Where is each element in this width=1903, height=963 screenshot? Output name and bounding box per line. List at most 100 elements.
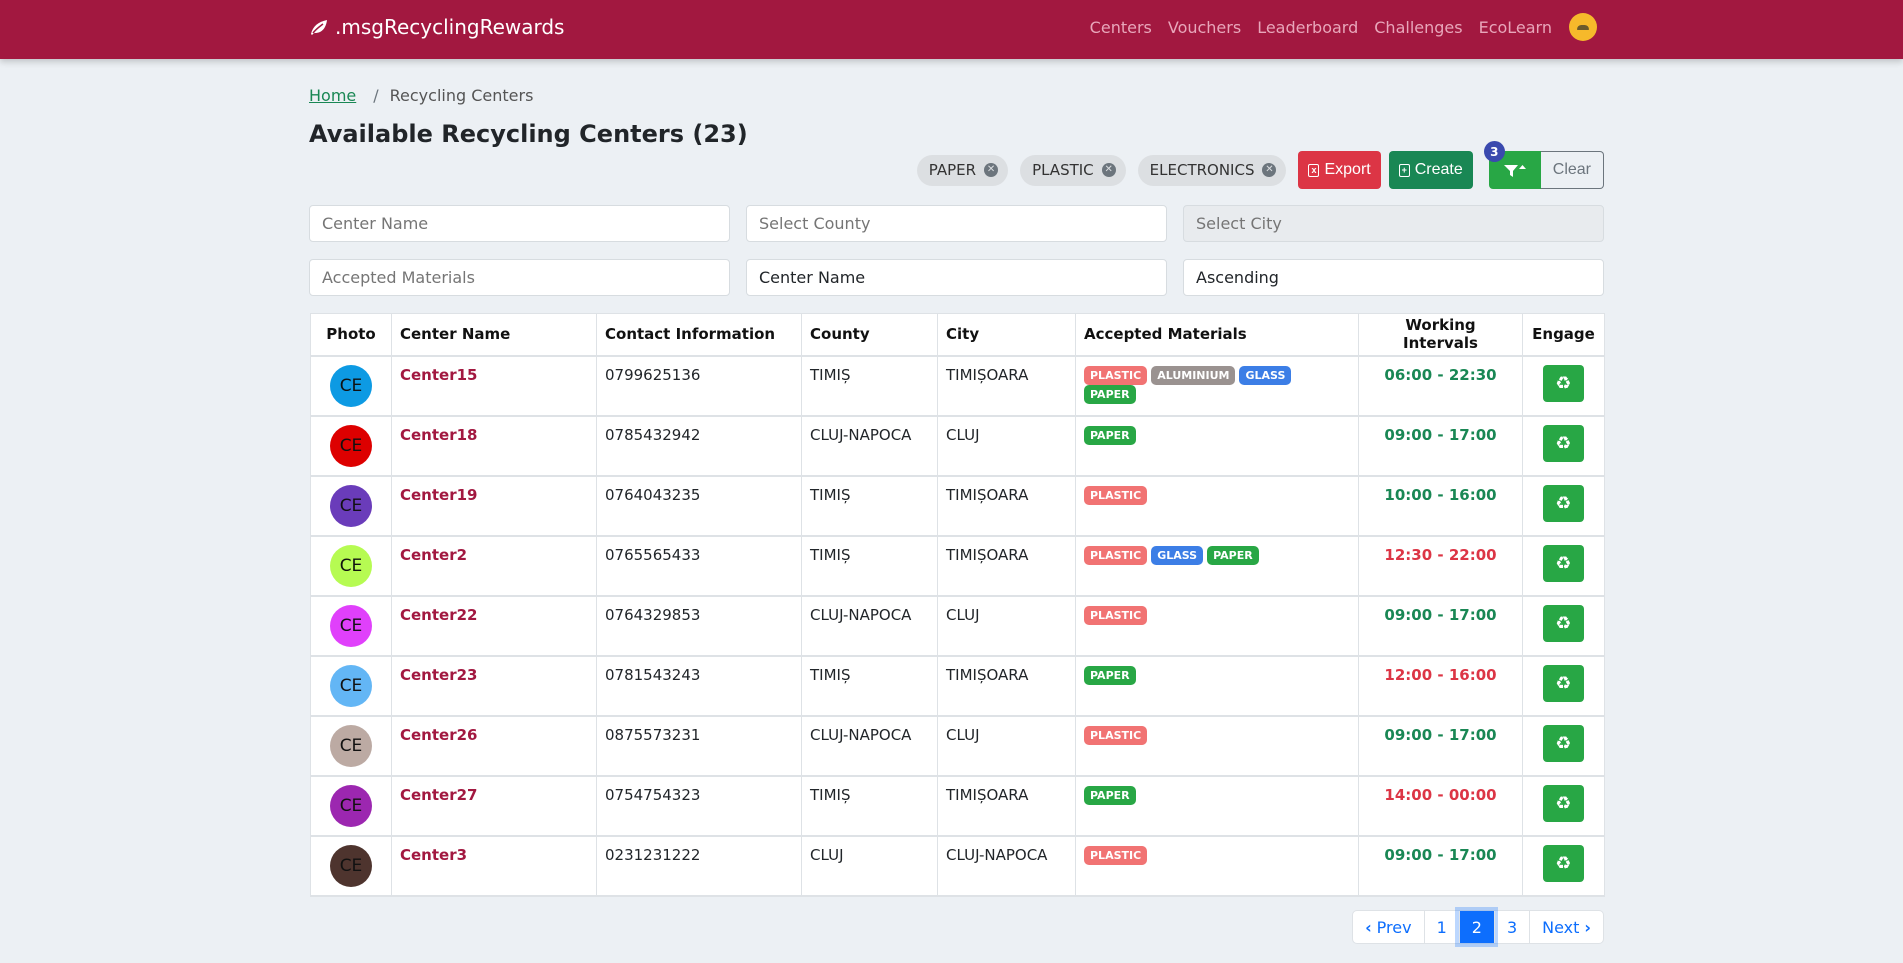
chip-label: PLASTIC: [1032, 161, 1094, 179]
city-select[interactable]: [1183, 205, 1604, 242]
center-name-link[interactable]: Center3: [400, 846, 467, 864]
material-badge-paper: PAPER: [1084, 665, 1136, 685]
remove-chip-icon[interactable]: ✕: [984, 163, 999, 177]
name-cell: Center18: [391, 415, 597, 477]
center-name-input[interactable]: [309, 205, 730, 242]
material-badge-paper: PAPER: [1207, 545, 1259, 565]
filter-chip-plastic: PLASTIC ✕: [1020, 154, 1126, 186]
filter-icon: [1503, 165, 1526, 177]
materials-select[interactable]: [309, 259, 730, 296]
nav-link-centers[interactable]: Centers: [1090, 18, 1152, 37]
county-cell: TIMIȘ: [801, 775, 938, 837]
material-badge-plastic: PLASTIC: [1084, 845, 1148, 865]
engage-button[interactable]: ♻: [1543, 424, 1584, 462]
recycle-icon: ♻: [1555, 612, 1572, 634]
engage-cell: ♻: [1522, 535, 1605, 597]
county-cell: TIMIȘ: [801, 475, 938, 537]
page-title: Available Recycling Centers (23): [309, 120, 748, 148]
engage-button[interactable]: ♻: [1543, 724, 1584, 762]
center-name-link[interactable]: Center23: [400, 666, 477, 684]
col-center-name: Center Name: [391, 313, 597, 357]
working-interval: 10:00 - 16:00: [1358, 475, 1523, 537]
material-badge-aluminium: ALUMINIUM: [1151, 365, 1236, 385]
export-button[interactable]: x Export: [1298, 151, 1381, 189]
table-row: CE Center26 0875573231 CLUJ-NAPOCA CLUJ PLAST…: [310, 715, 1605, 777]
nav-links: Centers Vouchers Leaderboard Challenges …: [1074, 0, 1597, 54]
photo-cell: CE: [310, 535, 392, 597]
recycle-icon: ♻: [1555, 792, 1572, 814]
page-2-button[interactable]: 2: [1458, 911, 1494, 943]
user-avatar[interactable]: [1569, 13, 1597, 41]
county-cell: CLUJ: [801, 835, 938, 897]
sort-order-select[interactable]: [1183, 259, 1604, 296]
center-name-link[interactable]: Center22: [400, 606, 477, 624]
working-interval: 12:30 - 22:00: [1358, 535, 1523, 597]
next-page-button[interactable]: Next ›: [1529, 911, 1603, 943]
center-avatar: CE: [330, 664, 372, 707]
city-cell: TIMIȘOARA: [937, 475, 1076, 537]
city-cell: CLUJ: [937, 715, 1076, 777]
materials-cell: PLASTIC GLASS PAPER: [1075, 535, 1359, 597]
pagination: ‹ Prev 1 2 3 Next ›: [1352, 910, 1604, 944]
center-name-link[interactable]: Center15: [400, 366, 477, 384]
name-cell: Center23: [391, 655, 597, 717]
engage-button[interactable]: ♻: [1543, 364, 1584, 402]
engage-button[interactable]: ♻: [1543, 784, 1584, 822]
materials-cell: PLASTIC: [1075, 475, 1359, 537]
photo-cell: CE: [310, 355, 392, 417]
contact-cell: 0781543243: [596, 655, 802, 717]
engage-cell: ♻: [1522, 595, 1605, 657]
materials-cell: PAPER: [1075, 775, 1359, 837]
center-name-link[interactable]: Center26: [400, 726, 477, 744]
breadcrumb-separator: /: [373, 86, 379, 105]
city-cell: TIMIȘOARA: [937, 775, 1076, 837]
engage-button[interactable]: ♻: [1543, 664, 1584, 702]
material-badge-paper: PAPER: [1084, 384, 1136, 404]
materials-cell: PLASTIC: [1075, 715, 1359, 777]
city-cell: CLUJ: [937, 595, 1076, 657]
nav-link-challenges[interactable]: Challenges: [1374, 18, 1462, 37]
county-select[interactable]: [746, 205, 1167, 242]
engage-cell: ♻: [1522, 835, 1605, 897]
working-interval: 09:00 - 17:00: [1358, 715, 1523, 777]
breadcrumb-home[interactable]: Home: [309, 86, 356, 105]
brand-link[interactable]: .msgRecyclingRewards: [309, 15, 564, 39]
centers-table: Photo Center Name Contact Information Co…: [310, 313, 1605, 897]
create-button[interactable]: + Create: [1388, 151, 1473, 189]
nav-link-vouchers[interactable]: Vouchers: [1168, 18, 1241, 37]
engage-button[interactable]: ♻: [1543, 844, 1584, 882]
remove-chip-icon[interactable]: ✕: [1101, 163, 1116, 177]
center-name-link[interactable]: Center18: [400, 426, 477, 444]
engage-button[interactable]: ♻: [1543, 604, 1584, 642]
page-3-button[interactable]: 3: [1493, 911, 1529, 943]
user-avatar-icon: [1577, 24, 1589, 30]
photo-cell: CE: [310, 775, 392, 837]
material-badge-plastic: PLASTIC: [1084, 725, 1148, 745]
center-avatar: CE: [330, 844, 372, 887]
chip-label: PAPER: [928, 161, 977, 179]
nav-link-leaderboard[interactable]: Leaderboard: [1257, 18, 1358, 37]
material-badge-glass: GLASS: [1151, 545, 1204, 565]
name-cell: Center3: [391, 835, 597, 897]
center-name-link[interactable]: Center19: [400, 486, 477, 504]
page-1-button[interactable]: 1: [1423, 911, 1459, 943]
material-badge-glass: GLASS: [1239, 365, 1292, 385]
center-name-link[interactable]: Center27: [400, 786, 477, 804]
prev-page-button[interactable]: ‹ Prev: [1353, 911, 1424, 943]
city-cell: CLUJ-NAPOCA: [937, 835, 1076, 897]
nav-link-ecolearn[interactable]: EcoLearn: [1479, 18, 1552, 37]
col-city: City: [937, 313, 1076, 357]
engage-button[interactable]: ♻: [1543, 544, 1584, 582]
center-avatar: CE: [330, 784, 372, 827]
remove-chip-icon[interactable]: ✕: [1262, 163, 1277, 177]
filter-chip-electronics: ELECTRONICS ✕: [1137, 154, 1287, 186]
center-name-link[interactable]: Center2: [400, 546, 467, 564]
engage-cell: ♻: [1522, 355, 1605, 417]
engage-button[interactable]: ♻: [1543, 484, 1584, 522]
filter-chip-paper: PAPER ✕: [916, 154, 1009, 186]
sort-field-select[interactable]: [746, 259, 1167, 296]
clear-filters-button[interactable]: Clear: [1540, 151, 1604, 189]
material-badge-plastic: PLASTIC: [1084, 365, 1148, 385]
filter-count-badge: 3: [1483, 141, 1505, 162]
recycle-icon: ♻: [1555, 732, 1572, 754]
